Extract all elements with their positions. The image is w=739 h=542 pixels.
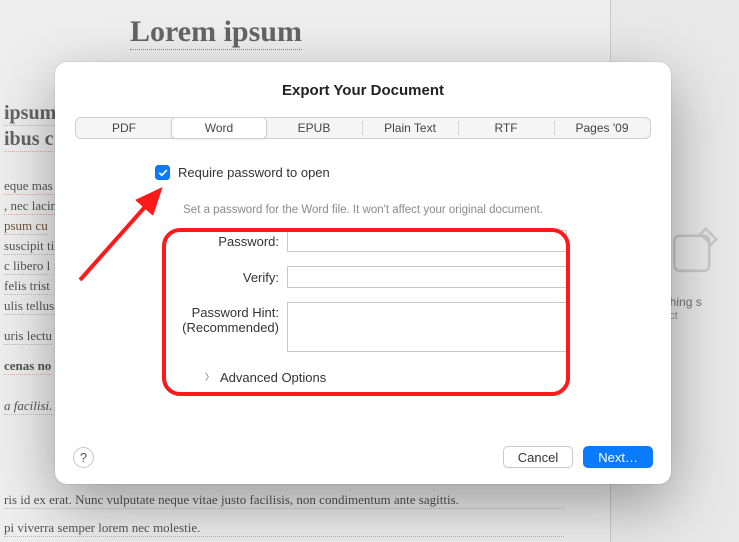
tab-label: EPUB (298, 121, 331, 135)
tab-pages-09[interactable]: Pages '09 (554, 118, 650, 138)
tab-word[interactable]: Word (171, 117, 267, 139)
tab-plain-text[interactable]: Plain Text (362, 118, 458, 138)
tab-label: Pages '09 (576, 121, 629, 135)
hint-label-line1: Password Hint: (192, 305, 279, 320)
hint-label-line2: (Recommended) (182, 320, 279, 335)
tab-epub[interactable]: EPUB (266, 118, 362, 138)
format-tabs: PDF Word EPUB Plain Text RTF Pages '09 (75, 117, 651, 139)
require-password-label: Require password to open (178, 165, 330, 180)
dialog-footer: ? Cancel Next… (55, 430, 671, 484)
tab-label: PDF (112, 121, 136, 135)
password-label: Password: (159, 230, 279, 249)
verify-input[interactable] (287, 266, 567, 288)
help-button[interactable]: ? (73, 447, 94, 468)
button-label: Cancel (518, 450, 558, 465)
password-instruction: Set a password for the Word file. It won… (55, 204, 671, 216)
tab-label: RTF (494, 121, 517, 135)
tab-pdf[interactable]: PDF (76, 118, 172, 138)
password-input[interactable] (287, 230, 567, 252)
help-icon: ? (80, 450, 87, 465)
tab-rtf[interactable]: RTF (458, 118, 554, 138)
cancel-button[interactable]: Cancel (503, 446, 573, 468)
password-form: Password: Verify: Password Hint: (Recomm… (159, 230, 567, 352)
advanced-options-label: Advanced Options (220, 370, 326, 385)
chevron-right-icon: 〉 (205, 370, 214, 383)
dialog-title: Export Your Document (55, 62, 671, 99)
export-dialog: Export Your Document PDF Word EPUB Plain… (55, 62, 671, 484)
hint-input[interactable] (287, 302, 567, 352)
tab-label: Word (205, 121, 233, 135)
checkmark-icon (158, 168, 168, 178)
next-button[interactable]: Next… (583, 446, 653, 468)
hint-label: Password Hint: (Recommended) (159, 302, 279, 336)
button-label: Next… (598, 450, 638, 465)
advanced-options-toggle[interactable]: 〉 Advanced Options (205, 370, 671, 385)
require-password-checkbox[interactable] (155, 165, 170, 180)
tab-label: Plain Text (384, 121, 436, 135)
verify-label: Verify: (159, 266, 279, 285)
